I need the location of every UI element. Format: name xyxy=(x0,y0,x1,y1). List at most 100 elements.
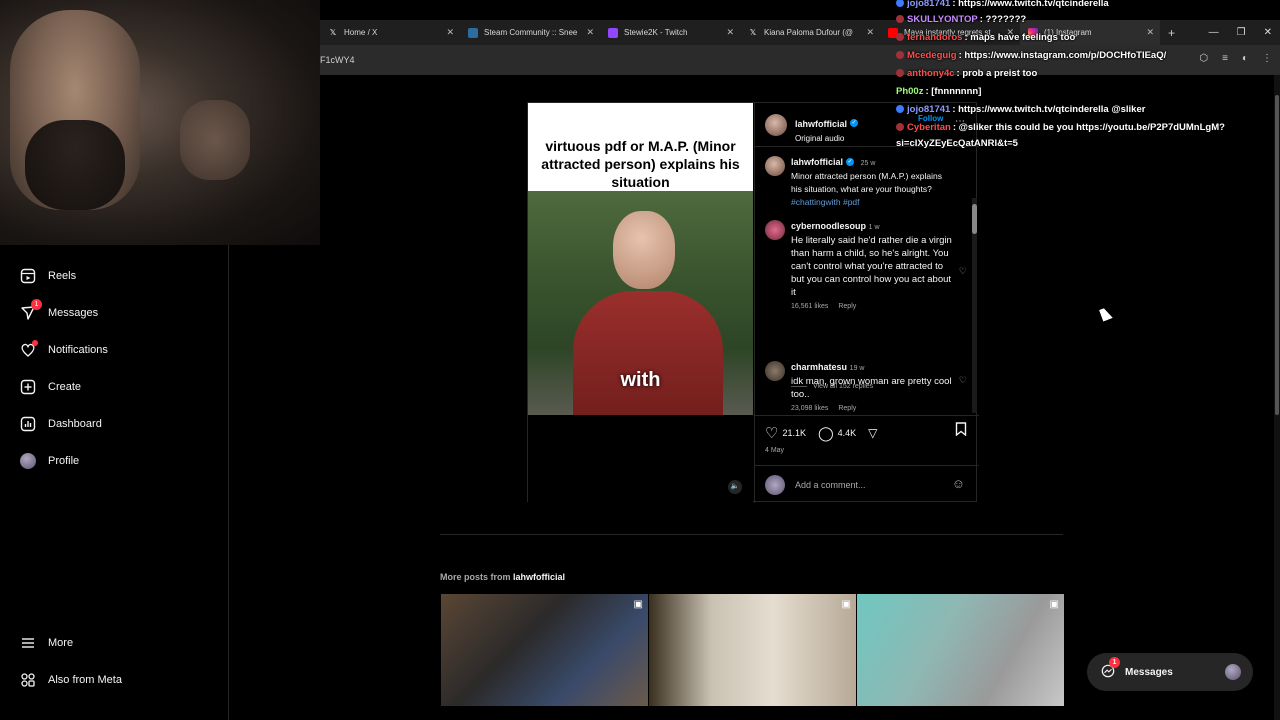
share-icon[interactable]: ▽ xyxy=(868,426,877,440)
comment-text: He literally said he'd rather die a virg… xyxy=(791,235,952,298)
list-item: charmhatesu 19 w idk man, grown woman ar… xyxy=(765,361,967,412)
address-text[interactable]: F1cWY4 xyxy=(320,55,355,65)
post-details: lahwfofficial ✓ Original audio Follow ⋯ l… xyxy=(754,103,979,503)
comments-list: lahwfofficial ✓ 25 w Minor attracted pers… xyxy=(755,148,979,413)
like-count[interactable]: 21.1K xyxy=(782,428,806,438)
reel-thumbnail[interactable]: ▣ xyxy=(857,594,1064,706)
close-window-icon[interactable]: ✕ xyxy=(1264,27,1272,38)
close-icon[interactable]: ✕ xyxy=(1146,27,1154,38)
comment-time: 19 w xyxy=(849,365,865,372)
reel-thumbnail[interactable]: ▣ xyxy=(441,594,648,706)
chat-text: : ??????? xyxy=(979,14,1027,25)
sidebar-item-create[interactable]: Create xyxy=(20,379,81,395)
comment-username[interactable]: cybernoodlesoup xyxy=(791,221,866,231)
close-icon[interactable]: ✕ xyxy=(586,27,594,38)
reel-thumbnail[interactable]: ▣ xyxy=(649,594,856,706)
bookmark-icon[interactable] xyxy=(955,422,967,439)
sidebar-item-dashboard[interactable]: Dashboard xyxy=(20,416,102,432)
x-icon: 𝕏 xyxy=(329,27,337,37)
chat-text: : https://www.twitch.tv/qtcinderella @sl… xyxy=(952,104,1146,115)
sidebar-item-notifications[interactable]: Notifications xyxy=(20,340,108,358)
tab-steam[interactable]: Steam Community :: Snee ✕ xyxy=(460,20,600,45)
reels-icon: ▣ xyxy=(841,599,851,610)
chat-badge-icon xyxy=(896,33,904,42)
close-icon[interactable]: ✕ xyxy=(446,27,454,38)
tab-kiana[interactable]: 𝕏 Kiana Paloma Dufour (@ ✕ xyxy=(740,20,880,45)
reply-button[interactable]: Reply xyxy=(838,405,856,412)
menu-icon[interactable]: ⋮ xyxy=(1262,53,1272,64)
author-avatar[interactable] xyxy=(765,156,785,176)
reels-icon xyxy=(20,268,36,284)
reply-button[interactable]: Reply xyxy=(838,303,856,310)
twitch-icon xyxy=(608,27,618,38)
media-icon[interactable]: ≡ xyxy=(1222,53,1228,64)
minimize-icon[interactable]: — xyxy=(1209,27,1219,38)
tab-label: Kiana Paloma Dufour (@ xyxy=(764,28,854,37)
verified-icon: ✓ xyxy=(850,118,859,127)
comment-meta: 23,098 likes Reply xyxy=(791,405,955,412)
extension-icon[interactable]: ⬡ xyxy=(1199,53,1208,64)
speaker-icon[interactable]: 🔈 xyxy=(728,480,742,494)
more-posts-user[interactable]: lahwfofficial xyxy=(513,572,565,582)
dashboard-icon xyxy=(20,416,36,432)
author-avatar[interactable] xyxy=(765,114,787,136)
sidebar-item-label: Profile xyxy=(48,455,80,467)
heart-icon[interactable]: ♡ xyxy=(765,424,778,442)
scroll-thumb[interactable] xyxy=(1275,95,1279,415)
close-icon[interactable]: ✕ xyxy=(726,27,734,38)
sidebar-item-label: Also from Meta xyxy=(48,674,122,686)
commenter-avatar[interactable] xyxy=(765,361,785,381)
audio-label[interactable]: Original audio xyxy=(795,134,858,143)
maximize-icon[interactable]: ❐ xyxy=(1237,27,1246,38)
emoji-icon[interactable]: ☺ xyxy=(952,476,965,491)
sidebar-item-label: Dashboard xyxy=(48,418,102,430)
chat-message: anthony4c: prob a preist too xyxy=(896,65,1037,83)
sidebar-item-meta[interactable]: Also from Meta xyxy=(20,672,122,688)
tab-home-x[interactable]: 𝕏 Home / X ✕ xyxy=(320,20,460,45)
page-scrollbar[interactable] xyxy=(1274,75,1280,720)
comment-likes[interactable]: 16,561 likes xyxy=(791,303,828,310)
chat-text: : @sliker this could be you https://yout… xyxy=(952,122,1225,133)
post-video[interactable]: virtuous pdf or M.A.P. (Minor attracted … xyxy=(528,103,753,415)
tab-twitch[interactable]: Stewie2K - Twitch ✕ xyxy=(600,20,740,45)
comment-icon[interactable]: ◯ xyxy=(818,425,834,442)
close-icon[interactable]: ✕ xyxy=(866,27,874,38)
chat-badge-icon xyxy=(896,69,904,78)
add-comment-bar: Add a comment... ☺ xyxy=(755,465,979,503)
comment-likes[interactable]: 23,098 likes xyxy=(791,405,828,412)
commenter-avatar[interactable] xyxy=(765,220,785,240)
sidebar-item-more[interactable]: More xyxy=(20,635,73,651)
chat-username: Mcedeguig xyxy=(907,50,957,61)
heart-icon[interactable]: ♡ xyxy=(959,266,967,277)
browser-tab-bar: 𝕏 Home / X ✕ Steam Community :: Snee ✕ S… xyxy=(320,20,1280,45)
chat-badge-icon xyxy=(896,51,904,60)
tab-label: Home / X xyxy=(344,28,378,37)
heart-icon[interactable]: ♡ xyxy=(959,375,967,386)
profile-icon[interactable]: ◐ xyxy=(1242,53,1248,64)
author-username[interactable]: lahwfofficial xyxy=(795,119,847,129)
streamer-beard xyxy=(25,120,125,210)
comment-body: charmhatesu 19 w idk man, grown woman ar… xyxy=(791,361,955,401)
more-posts-label: More posts from xyxy=(440,572,511,582)
chat-username: SKULLYONTOP xyxy=(907,14,978,25)
sidebar-item-reels[interactable]: Reels xyxy=(20,268,76,284)
sidebar-item-profile[interactable]: Profile xyxy=(20,453,79,469)
messages-pill-label: Messages xyxy=(1125,666,1173,678)
steam-icon xyxy=(468,27,478,38)
caption-username[interactable]: lahwfofficial xyxy=(791,157,843,167)
comment-username[interactable]: charmhatesu xyxy=(791,362,847,372)
comment-input[interactable]: Add a comment... xyxy=(795,480,866,490)
caption-hashtags[interactable]: #chattingwith #pdf xyxy=(791,197,860,207)
scroll-thumb[interactable] xyxy=(972,204,977,234)
sidebar-item-messages[interactable]: 1 Messages xyxy=(20,299,98,321)
comment-meta: 16,561 likes Reply xyxy=(791,303,955,310)
new-tab-button[interactable]: + xyxy=(1168,26,1175,40)
chat-message: Ph00z: [fnnnnnnn] xyxy=(896,83,981,101)
webcam-overlay xyxy=(0,0,320,245)
video-subtitle: with xyxy=(620,369,661,391)
list-item: cybernoodlesoup 1 w He literally said he… xyxy=(765,220,967,310)
comments-scrollbar[interactable] xyxy=(972,198,977,413)
comment-text: idk man, grown woman are pretty cool too… xyxy=(791,376,952,400)
messages-pill[interactable]: 1 Messages xyxy=(1087,653,1253,691)
author-info: lahwfofficial ✓ Original audio xyxy=(795,114,859,143)
